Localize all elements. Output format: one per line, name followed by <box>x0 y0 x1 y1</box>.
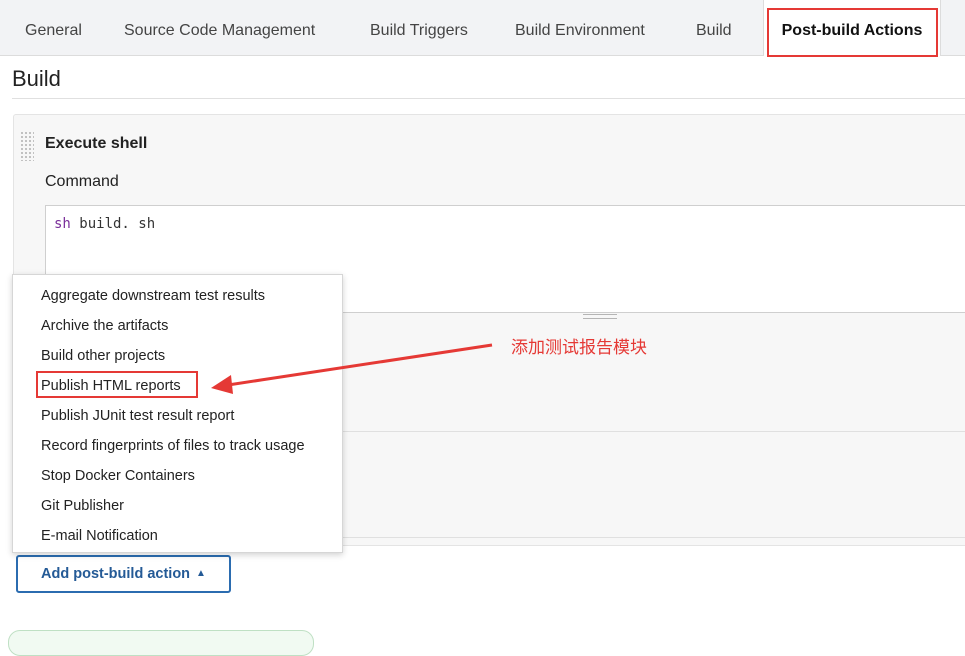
tab-general[interactable]: General <box>25 0 82 55</box>
bottom-status-pill <box>8 630 314 656</box>
menu-item-email-notification[interactable]: E-mail Notification <box>41 528 158 544</box>
tab-build-environment[interactable]: Build Environment <box>515 0 645 55</box>
section-title: Build <box>12 66 61 91</box>
menu-item-publish-junit[interactable]: Publish JUnit test result report <box>41 408 234 424</box>
menu-item-aggregate-downstream[interactable]: Aggregate downstream test results <box>41 288 265 304</box>
menu-item-stop-docker[interactable]: Stop Docker Containers <box>41 468 195 484</box>
menu-item-publish-html-reports[interactable]: Publish HTML reports <box>41 378 181 394</box>
menu-item-git-publisher[interactable]: Git Publisher <box>41 498 124 514</box>
menu-item-archive-artifacts[interactable]: Archive the artifacts <box>41 318 168 334</box>
config-tab-bar: General Source Code Management Build Tri… <box>0 0 965 56</box>
annotation-text: 添加测试报告模块 <box>511 338 647 358</box>
menu-item-build-other-projects[interactable]: Build other projects <box>41 348 165 364</box>
caret-up-icon: ▲ <box>196 568 206 579</box>
panel-divider-2 <box>343 537 965 538</box>
command-keyword: sh <box>54 216 71 232</box>
panel-divider-1 <box>343 431 965 432</box>
command-label: Command <box>45 173 119 190</box>
build-step-title: Execute shell <box>45 135 148 152</box>
tab-build-triggers[interactable]: Build Triggers <box>370 0 468 55</box>
menu-item-record-fingerprints[interactable]: Record fingerprints of files to track us… <box>41 438 305 454</box>
add-button-label: Add post-build action <box>41 566 191 582</box>
tab-build[interactable]: Build <box>696 0 732 55</box>
add-post-build-action-button[interactable]: Add post-build action ▲ <box>16 555 231 593</box>
drag-handle-icon[interactable] <box>20 131 34 161</box>
textarea-resize-handle[interactable] <box>583 314 617 319</box>
section-divider <box>12 98 965 99</box>
post-build-action-menu: Aggregate downstream test results Archiv… <box>12 274 343 553</box>
command-text: build. sh <box>70 216 156 232</box>
tab-source-code-management[interactable]: Source Code Management <box>124 0 315 55</box>
tab-post-build-actions[interactable]: Post-build Actions <box>763 0 941 56</box>
